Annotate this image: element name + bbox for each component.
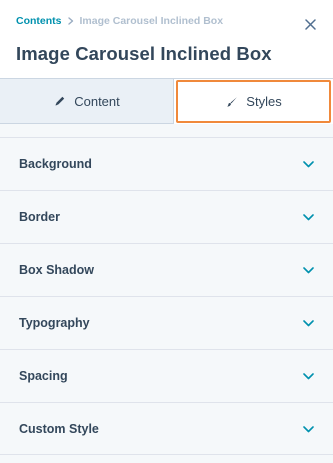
chevron-down-icon xyxy=(302,158,314,170)
chevron-down-icon xyxy=(302,211,314,223)
section-background[interactable]: Background xyxy=(0,137,333,190)
close-icon[interactable] xyxy=(303,17,317,31)
tab-styles-label: Styles xyxy=(246,94,282,109)
chevron-down-icon xyxy=(302,423,314,435)
section-border[interactable]: Border xyxy=(0,190,333,243)
chevron-right-icon xyxy=(67,17,74,25)
tab-bar: Content Styles xyxy=(0,78,333,124)
pencil-icon xyxy=(53,95,66,108)
styles-panel: Contents Image Carousel Inclined Box Ima… xyxy=(0,0,333,463)
breadcrumb-contents-link[interactable]: Contents xyxy=(16,15,62,27)
breadcrumb-current: Image Carousel Inclined Box xyxy=(79,15,224,27)
brush-icon xyxy=(225,95,238,108)
section-box-shadow[interactable]: Box Shadow xyxy=(0,243,333,296)
section-label: Box Shadow xyxy=(19,263,95,277)
breadcrumb: Contents Image Carousel Inclined Box xyxy=(16,15,223,27)
section-label: Background xyxy=(19,157,92,171)
chevron-down-icon xyxy=(302,264,314,276)
page-title: Image Carousel Inclined Box xyxy=(16,43,272,64)
tab-styles[interactable]: Styles xyxy=(174,78,333,124)
style-sections: Background Border Box Shadow Typography … xyxy=(0,137,333,455)
tab-content-label: Content xyxy=(74,93,120,109)
panel-header: Contents Image Carousel Inclined Box Ima… xyxy=(0,0,333,78)
tab-content[interactable]: Content xyxy=(0,78,174,124)
chevron-down-icon xyxy=(302,317,314,329)
section-custom-style[interactable]: Custom Style xyxy=(0,402,333,455)
section-typography[interactable]: Typography xyxy=(0,296,333,349)
section-label: Custom Style xyxy=(19,422,99,436)
section-label: Border xyxy=(19,210,60,224)
section-spacing[interactable]: Spacing xyxy=(0,349,333,402)
section-label: Typography xyxy=(19,316,90,330)
section-label: Spacing xyxy=(19,369,68,383)
chevron-down-icon xyxy=(302,370,314,382)
